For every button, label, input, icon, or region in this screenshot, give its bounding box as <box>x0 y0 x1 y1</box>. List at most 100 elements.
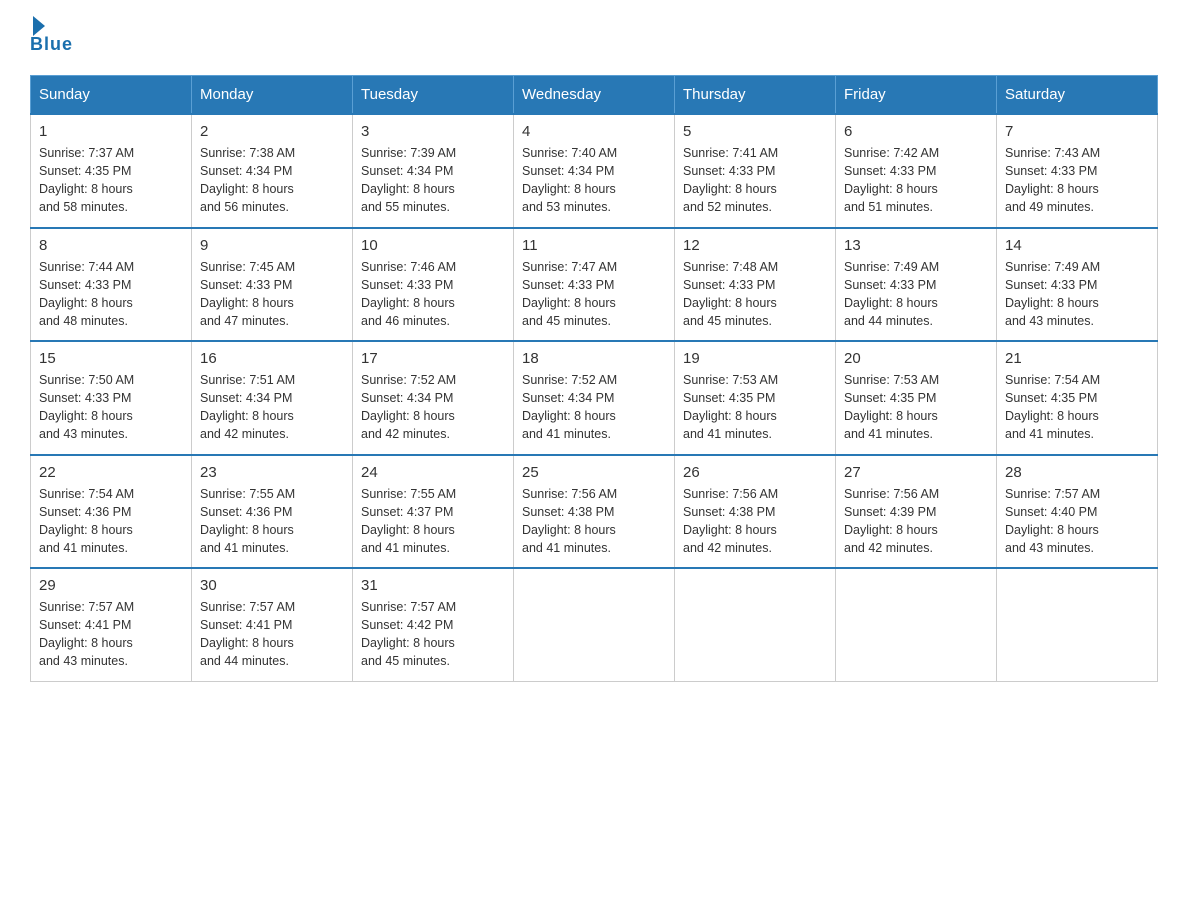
day-info: Sunrise: 7:51 AM Sunset: 4:34 PM Dayligh… <box>200 371 344 444</box>
day-info: Sunrise: 7:39 AM Sunset: 4:34 PM Dayligh… <box>361 144 505 217</box>
day-number: 27 <box>844 464 988 481</box>
day-number: 8 <box>39 237 183 254</box>
calendar-cell: 2 Sunrise: 7:38 AM Sunset: 4:34 PM Dayli… <box>192 114 353 228</box>
day-number: 26 <box>683 464 827 481</box>
calendar-cell: 28 Sunrise: 7:57 AM Sunset: 4:40 PM Dayl… <box>997 455 1158 569</box>
calendar-cell: 23 Sunrise: 7:55 AM Sunset: 4:36 PM Dayl… <box>192 455 353 569</box>
calendar-week-row: 22 Sunrise: 7:54 AM Sunset: 4:36 PM Dayl… <box>31 455 1158 569</box>
calendar-cell: 26 Sunrise: 7:56 AM Sunset: 4:38 PM Dayl… <box>675 455 836 569</box>
day-info: Sunrise: 7:46 AM Sunset: 4:33 PM Dayligh… <box>361 258 505 331</box>
weekday-header-monday: Monday <box>192 76 353 115</box>
day-info: Sunrise: 7:42 AM Sunset: 4:33 PM Dayligh… <box>844 144 988 217</box>
weekday-header-thursday: Thursday <box>675 76 836 115</box>
calendar-cell: 18 Sunrise: 7:52 AM Sunset: 4:34 PM Dayl… <box>514 341 675 455</box>
day-number: 21 <box>1005 350 1149 367</box>
day-number: 4 <box>522 123 666 140</box>
day-number: 5 <box>683 123 827 140</box>
day-number: 22 <box>39 464 183 481</box>
day-info: Sunrise: 7:49 AM Sunset: 4:33 PM Dayligh… <box>1005 258 1149 331</box>
day-info: Sunrise: 7:40 AM Sunset: 4:34 PM Dayligh… <box>522 144 666 217</box>
day-number: 19 <box>683 350 827 367</box>
calendar-cell: 29 Sunrise: 7:57 AM Sunset: 4:41 PM Dayl… <box>31 568 192 681</box>
day-number: 6 <box>844 123 988 140</box>
day-info: Sunrise: 7:57 AM Sunset: 4:41 PM Dayligh… <box>200 598 344 671</box>
calendar-header-row: SundayMondayTuesdayWednesdayThursdayFrid… <box>31 76 1158 115</box>
calendar-cell: 21 Sunrise: 7:54 AM Sunset: 4:35 PM Dayl… <box>997 341 1158 455</box>
day-info: Sunrise: 7:47 AM Sunset: 4:33 PM Dayligh… <box>522 258 666 331</box>
calendar-week-row: 1 Sunrise: 7:37 AM Sunset: 4:35 PM Dayli… <box>31 114 1158 228</box>
day-number: 7 <box>1005 123 1149 140</box>
day-info: Sunrise: 7:38 AM Sunset: 4:34 PM Dayligh… <box>200 144 344 217</box>
calendar-cell: 15 Sunrise: 7:50 AM Sunset: 4:33 PM Dayl… <box>31 341 192 455</box>
calendar-cell: 13 Sunrise: 7:49 AM Sunset: 4:33 PM Dayl… <box>836 228 997 342</box>
day-number: 13 <box>844 237 988 254</box>
day-info: Sunrise: 7:52 AM Sunset: 4:34 PM Dayligh… <box>361 371 505 444</box>
day-number: 11 <box>522 237 666 254</box>
day-info: Sunrise: 7:56 AM Sunset: 4:38 PM Dayligh… <box>522 485 666 558</box>
calendar-cell: 31 Sunrise: 7:57 AM Sunset: 4:42 PM Dayl… <box>353 568 514 681</box>
calendar-cell: 14 Sunrise: 7:49 AM Sunset: 4:33 PM Dayl… <box>997 228 1158 342</box>
day-info: Sunrise: 7:50 AM Sunset: 4:33 PM Dayligh… <box>39 371 183 444</box>
day-number: 3 <box>361 123 505 140</box>
day-number: 1 <box>39 123 183 140</box>
day-info: Sunrise: 7:44 AM Sunset: 4:33 PM Dayligh… <box>39 258 183 331</box>
weekday-header-wednesday: Wednesday <box>514 76 675 115</box>
calendar-table: SundayMondayTuesdayWednesdayThursdayFrid… <box>30 75 1158 682</box>
day-info: Sunrise: 7:41 AM Sunset: 4:33 PM Dayligh… <box>683 144 827 217</box>
day-info: Sunrise: 7:57 AM Sunset: 4:42 PM Dayligh… <box>361 598 505 671</box>
calendar-cell: 22 Sunrise: 7:54 AM Sunset: 4:36 PM Dayl… <box>31 455 192 569</box>
day-info: Sunrise: 7:55 AM Sunset: 4:37 PM Dayligh… <box>361 485 505 558</box>
day-number: 2 <box>200 123 344 140</box>
calendar-cell: 9 Sunrise: 7:45 AM Sunset: 4:33 PM Dayli… <box>192 228 353 342</box>
day-number: 20 <box>844 350 988 367</box>
calendar-week-row: 29 Sunrise: 7:57 AM Sunset: 4:41 PM Dayl… <box>31 568 1158 681</box>
calendar-cell <box>514 568 675 681</box>
day-number: 9 <box>200 237 344 254</box>
day-number: 10 <box>361 237 505 254</box>
day-number: 25 <box>522 464 666 481</box>
calendar-cell: 30 Sunrise: 7:57 AM Sunset: 4:41 PM Dayl… <box>192 568 353 681</box>
calendar-cell: 1 Sunrise: 7:37 AM Sunset: 4:35 PM Dayli… <box>31 114 192 228</box>
calendar-cell: 6 Sunrise: 7:42 AM Sunset: 4:33 PM Dayli… <box>836 114 997 228</box>
day-info: Sunrise: 7:57 AM Sunset: 4:41 PM Dayligh… <box>39 598 183 671</box>
calendar-cell: 19 Sunrise: 7:53 AM Sunset: 4:35 PM Dayl… <box>675 341 836 455</box>
calendar-cell: 20 Sunrise: 7:53 AM Sunset: 4:35 PM Dayl… <box>836 341 997 455</box>
calendar-cell: 17 Sunrise: 7:52 AM Sunset: 4:34 PM Dayl… <box>353 341 514 455</box>
logo: Blue <box>30 20 73 55</box>
calendar-cell: 24 Sunrise: 7:55 AM Sunset: 4:37 PM Dayl… <box>353 455 514 569</box>
calendar-cell: 5 Sunrise: 7:41 AM Sunset: 4:33 PM Dayli… <box>675 114 836 228</box>
calendar-cell: 27 Sunrise: 7:56 AM Sunset: 4:39 PM Dayl… <box>836 455 997 569</box>
day-info: Sunrise: 7:57 AM Sunset: 4:40 PM Dayligh… <box>1005 485 1149 558</box>
calendar-cell: 10 Sunrise: 7:46 AM Sunset: 4:33 PM Dayl… <box>353 228 514 342</box>
day-number: 28 <box>1005 464 1149 481</box>
day-info: Sunrise: 7:54 AM Sunset: 4:35 PM Dayligh… <box>1005 371 1149 444</box>
day-info: Sunrise: 7:37 AM Sunset: 4:35 PM Dayligh… <box>39 144 183 217</box>
calendar-week-row: 8 Sunrise: 7:44 AM Sunset: 4:33 PM Dayli… <box>31 228 1158 342</box>
day-number: 18 <box>522 350 666 367</box>
calendar-cell: 3 Sunrise: 7:39 AM Sunset: 4:34 PM Dayli… <box>353 114 514 228</box>
day-number: 12 <box>683 237 827 254</box>
calendar-cell: 16 Sunrise: 7:51 AM Sunset: 4:34 PM Dayl… <box>192 341 353 455</box>
calendar-cell: 8 Sunrise: 7:44 AM Sunset: 4:33 PM Dayli… <box>31 228 192 342</box>
calendar-cell: 12 Sunrise: 7:48 AM Sunset: 4:33 PM Dayl… <box>675 228 836 342</box>
day-number: 17 <box>361 350 505 367</box>
day-info: Sunrise: 7:43 AM Sunset: 4:33 PM Dayligh… <box>1005 144 1149 217</box>
day-number: 30 <box>200 577 344 594</box>
calendar-cell: 7 Sunrise: 7:43 AM Sunset: 4:33 PM Dayli… <box>997 114 1158 228</box>
calendar-cell: 25 Sunrise: 7:56 AM Sunset: 4:38 PM Dayl… <box>514 455 675 569</box>
day-number: 29 <box>39 577 183 594</box>
day-info: Sunrise: 7:53 AM Sunset: 4:35 PM Dayligh… <box>683 371 827 444</box>
day-info: Sunrise: 7:56 AM Sunset: 4:38 PM Dayligh… <box>683 485 827 558</box>
calendar-cell <box>997 568 1158 681</box>
calendar-cell <box>675 568 836 681</box>
day-info: Sunrise: 7:53 AM Sunset: 4:35 PM Dayligh… <box>844 371 988 444</box>
day-number: 14 <box>1005 237 1149 254</box>
day-info: Sunrise: 7:52 AM Sunset: 4:34 PM Dayligh… <box>522 371 666 444</box>
weekday-header-sunday: Sunday <box>31 76 192 115</box>
calendar-week-row: 15 Sunrise: 7:50 AM Sunset: 4:33 PM Dayl… <box>31 341 1158 455</box>
day-info: Sunrise: 7:54 AM Sunset: 4:36 PM Dayligh… <box>39 485 183 558</box>
logo-underline: Blue <box>30 34 73 55</box>
calendar-cell: 11 Sunrise: 7:47 AM Sunset: 4:33 PM Dayl… <box>514 228 675 342</box>
logo-arrow-icon <box>33 16 45 36</box>
day-number: 24 <box>361 464 505 481</box>
